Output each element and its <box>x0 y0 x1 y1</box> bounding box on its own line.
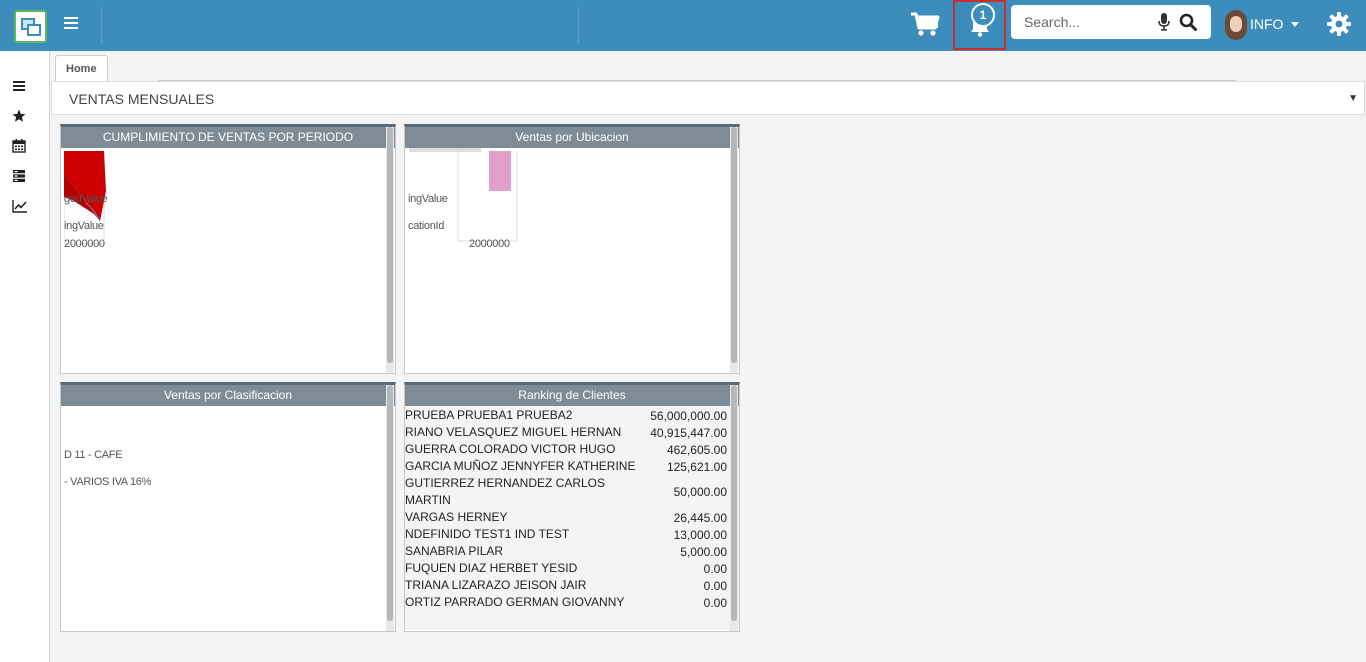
table-row: GUERRA COLORADO VICTOR HUGO 462,605.00 <box>405 441 729 458</box>
server-icon[interactable] <box>12 169 28 185</box>
panel-ventas-clasificacion: Ventas por Clasificacion D 11 - CAFE - V… <box>60 382 396 632</box>
client-name: RIANO VELASQUEZ MIGUEL HERNAN <box>405 425 622 439</box>
client-value: 26,445.00 <box>673 510 727 525</box>
dropdown-arrow-icon: ▼ <box>1348 93 1358 104</box>
chevron-down-icon <box>1291 22 1299 27</box>
search-icon[interactable] <box>1179 13 1197 36</box>
table-row: PRUEBA PRUEBA1 PRUEBA2 56,000,000.00 <box>405 407 729 424</box>
client-name: FUQUEN DIAZ HERBET YESID <box>405 561 578 575</box>
client-value: 0.00 <box>703 561 727 576</box>
top-bar-blank-area <box>101 6 579 44</box>
panel-title: CUMPLIMIENTO DE VENTAS POR PERIODO <box>61 127 395 148</box>
dashboard-select[interactable]: VENTAS MENSUALES ▼ <box>51 81 1365 115</box>
client-name: NDEFINIDO TEST1 IND TEST <box>405 527 570 541</box>
table-row: VARGAS HERNEY 26,445.00 <box>405 509 729 526</box>
notification-count-badge: 1 <box>971 3 995 27</box>
chart-fragment-label: 2000000 <box>469 238 510 250</box>
ubicacion-chart: ingValue cationId 2000000 <box>405 148 739 372</box>
panel-title: Ventas por Ubicacion <box>405 127 739 148</box>
dashboard-select-value: VENTAS MENSUALES <box>69 91 215 107</box>
tab-home[interactable]: Home <box>55 55 108 82</box>
chart-fragment-label: gedValue <box>64 193 108 205</box>
chart-fragment-label: 2000000 <box>64 238 105 250</box>
client-value: 125,621.00 <box>666 459 727 474</box>
chart-fragment-label: - VARIOS IVA 16% <box>64 476 152 488</box>
client-name: GUERRA COLORADO VICTOR HUGO <box>405 442 616 456</box>
client-value: 50,000.00 <box>673 485 727 499</box>
cart-icon[interactable] <box>910 12 940 38</box>
panel-title: Ventas por Clasificacion <box>61 385 395 406</box>
search-input[interactable] <box>1012 6 1152 38</box>
panel-cumplimiento-ventas: CUMPLIMIENTO DE VENTAS POR PERIODO gedVa… <box>60 124 396 374</box>
table-row: SANABRIA PILAR 5,000.00 <box>405 543 729 560</box>
avatar <box>1225 10 1247 40</box>
list-icon[interactable] <box>12 79 28 95</box>
client-name: GUTIERREZ HERNANDEZ CARLOS MARTIN <box>405 476 606 507</box>
calendar-icon[interactable] <box>12 139 28 155</box>
gear-icon[interactable] <box>1326 11 1352 42</box>
panel-title: Ranking de Clientes <box>405 385 739 406</box>
client-value: 13,000.00 <box>673 527 727 542</box>
client-value: 0.00 <box>703 595 727 610</box>
panel-scrollbar[interactable] <box>386 385 394 631</box>
chart-fragment-label: D 11 - CAFE <box>64 449 123 461</box>
client-name: GARCIA MUÑOZ JENNYFER KATHERINE <box>405 459 636 473</box>
table-row: RIANO VELASQUEZ MIGUEL HERNAN 40,915,447.… <box>405 424 729 441</box>
ranking-table: PRUEBA PRUEBA1 PRUEBA2 56,000,000.00 RIAN… <box>405 407 729 611</box>
table-row: TRIANA LIZARAZO JEISON JAIR 0.00 <box>405 577 729 594</box>
line-chart-icon[interactable] <box>12 199 28 215</box>
clasificacion-chart: D 11 - CAFE - VARIOS IVA 16% <box>61 406 395 630</box>
panel-ventas-ubicacion: Ventas por Ubicacion ingValue cationId 2… <box>404 124 740 374</box>
app-logo[interactable] <box>14 10 47 43</box>
search-box <box>1011 5 1211 39</box>
chart-fragment-label: ingValue <box>64 220 104 232</box>
client-value: 56,000,000.00 <box>650 408 727 423</box>
client-name: ORTIZ PARRADO GERMAN GIOVANNY <box>405 595 625 609</box>
user-name: INFO <box>1250 16 1284 32</box>
client-name: PRUEBA PRUEBA1 PRUEBA2 <box>405 408 573 422</box>
client-name: VARGAS HERNEY <box>405 510 508 524</box>
star-icon[interactable] <box>12 109 28 125</box>
client-name: SANABRIA PILAR <box>405 544 504 558</box>
table-row: NDEFINIDO TEST1 IND TEST 13,000.00 <box>405 526 729 543</box>
client-value: 0.00 <box>703 578 727 593</box>
menu-toggle-icon[interactable] <box>64 17 78 29</box>
panel-scrollbar[interactable] <box>386 127 394 373</box>
chart-fragment-label: ingValue <box>408 193 448 205</box>
table-row: FUQUEN DIAZ HERBET YESID 0.00 <box>405 560 729 577</box>
left-sidebar <box>0 51 50 662</box>
panel-scrollbar[interactable] <box>730 385 738 631</box>
table-row: GARCIA MUÑOZ JENNYFER KATHERINE 125,621.0… <box>405 458 729 475</box>
notifications-button[interactable]: 1 <box>953 0 1006 50</box>
top-navbar: 1 INFO <box>0 0 1366 51</box>
client-value: 462,605.00 <box>666 442 727 457</box>
tab-bar: Home <box>51 51 1366 82</box>
cumplimiento-chart: gedValue ingValue 2000000 <box>61 148 395 372</box>
client-value: 5,000.00 <box>680 544 727 559</box>
microphone-icon[interactable] <box>1158 13 1170 36</box>
panel-ranking-clientes: Ranking de Clientes PRUEBA PRUEBA1 PRUEB… <box>404 382 740 632</box>
ranking-body: PRUEBA PRUEBA1 PRUEBA2 56,000,000.00 RIAN… <box>405 406 739 630</box>
chart-fragment-label: cationId <box>408 220 445 232</box>
client-value: 40,915,447.00 <box>650 425 727 440</box>
table-row: ORTIZ PARRADO GERMAN GIOVANNY 0.00 <box>405 594 729 611</box>
panel-scrollbar[interactable] <box>730 127 738 373</box>
table-row: GUTIERREZ HERNANDEZ CARLOS MARTIN 50,000.… <box>405 475 729 509</box>
client-name: TRIANA LIZARAZO JEISON JAIR <box>405 578 587 592</box>
